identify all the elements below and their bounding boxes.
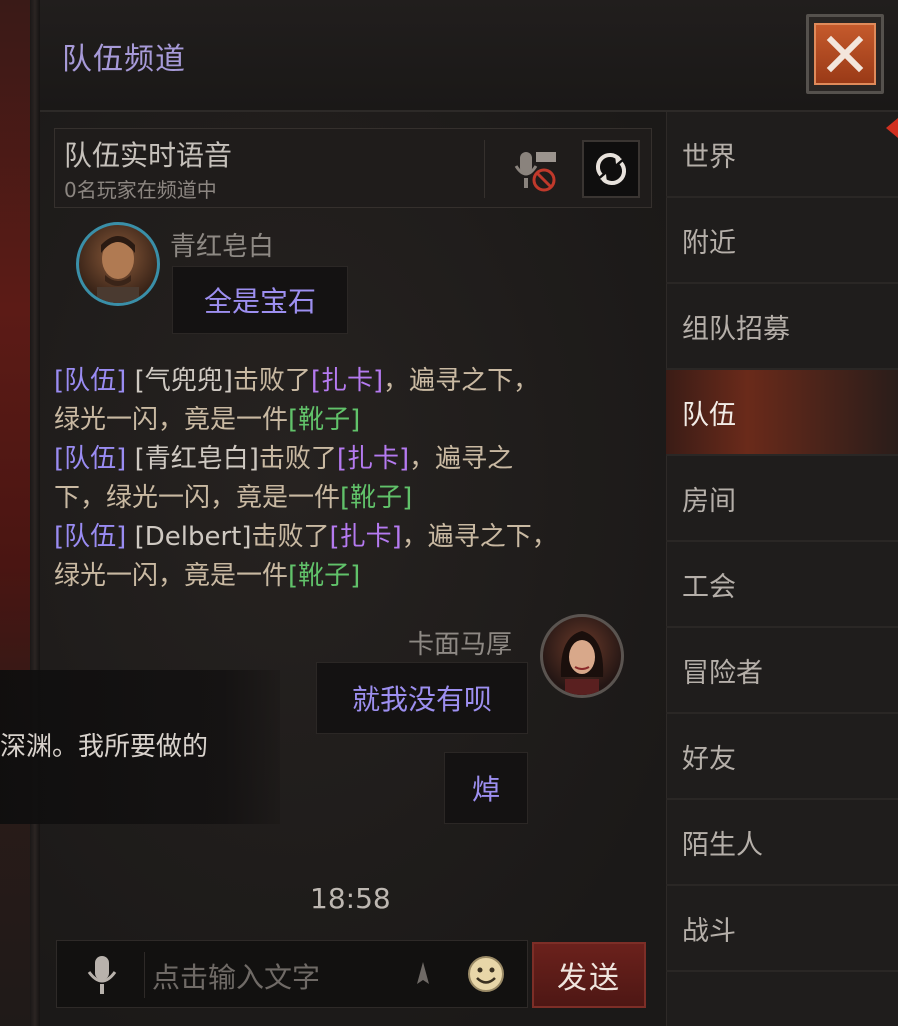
refresh-button[interactable] [582,140,640,198]
divider [484,140,485,198]
tab-recruit[interactable]: 组队招募 [666,284,898,370]
notification-marker-icon [884,118,898,138]
system-message: [队伍] [Delbert]击败了[扎卡]，遍寻之下， 绿光一闪，竟是一件[靴子… [54,522,558,591]
chat-bubble: 就我没有呗 [316,662,528,734]
close-button[interactable] [806,14,884,94]
chat-bubble: 全是宝石 [172,266,348,334]
caret-icon [414,960,432,990]
microphone-icon[interactable] [84,954,120,996]
game-background [0,0,40,1026]
avatar[interactable] [540,614,624,698]
tab-team[interactable]: 队伍 [666,370,898,456]
tab-world[interactable]: 世界 [666,112,898,198]
send-button[interactable]: 发送 [532,942,646,1008]
tab-friends[interactable]: 好友 [666,714,898,800]
panel-edge [30,0,40,1026]
tab-guild[interactable]: 工会 [666,542,898,628]
tab-nearby[interactable]: 附近 [666,198,898,284]
system-message: [队伍] [气兜兜]击败了[扎卡]，遍寻之下， 绿光一闪，竟是一件[靴子] [54,366,540,435]
tab-adventurer[interactable]: 冒险者 [666,628,898,714]
close-icon [814,23,876,85]
emoji-icon[interactable] [466,954,506,994]
popup-text: 深渊。我所要做的 [0,732,209,762]
tab-combat[interactable]: 战斗 [666,886,898,972]
player-name: 青红皂白 [170,232,275,262]
voice-title: 队伍实时语音 [64,139,233,172]
tab-room[interactable]: 房间 [666,456,898,542]
voice-status: 0名玩家在频道中 [64,178,217,202]
tab-strangers[interactable]: 陌生人 [666,800,898,886]
refresh-icon [595,152,627,186]
timestamp: 18:58 [310,882,391,915]
page-title: 队伍频道 [62,42,186,77]
mic-muted-icon[interactable] [514,148,560,192]
chat-bubble: 焯 [444,752,528,824]
divider [144,952,145,998]
chat-input[interactable] [150,956,404,998]
avatar[interactable] [76,222,160,306]
player-name: 卡面马厚 [408,630,513,660]
system-message: [队伍] [青红皂白]击败了[扎卡]，遍寻之 下，绿光一闪，竟是一件[靴子] [54,444,514,513]
